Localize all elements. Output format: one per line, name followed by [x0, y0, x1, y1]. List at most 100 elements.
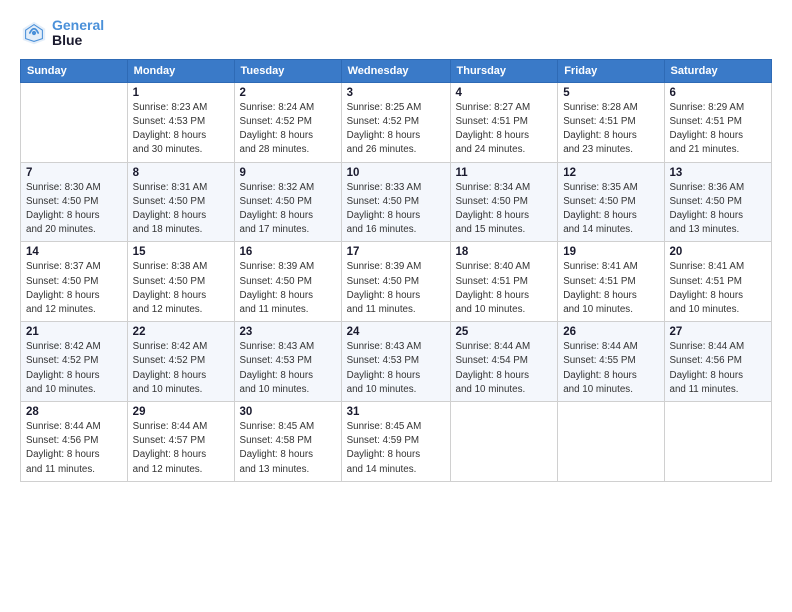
day-info: Sunrise: 8:38 AM Sunset: 4:50 PM Dayligh…: [133, 260, 229, 317]
day-number: 6: [670, 87, 767, 99]
weekday-header-row: SundayMondayTuesdayWednesdayThursdayFrid…: [21, 59, 772, 82]
day-info: Sunrise: 8:29 AM Sunset: 4:51 PM Dayligh…: [670, 101, 767, 158]
day-number: 1: [133, 87, 229, 99]
day-number: 3: [347, 87, 445, 99]
calendar-cell: 21 Sunrise: 8:42 AM Sunset: 4:52 PM Dayli…: [21, 322, 128, 402]
day-number: 10: [347, 167, 445, 179]
calendar-cell: 26 Sunrise: 8:44 AM Sunset: 4:55 PM Dayli…: [558, 322, 664, 402]
logo-text: General Blue: [52, 18, 104, 49]
day-info: Sunrise: 8:33 AM Sunset: 4:50 PM Dayligh…: [347, 181, 445, 238]
header: General Blue: [20, 18, 772, 49]
calendar-cell: 15 Sunrise: 8:38 AM Sunset: 4:50 PM Dayli…: [127, 242, 234, 322]
calendar-cell: 9 Sunrise: 8:32 AM Sunset: 4:50 PM Daylig…: [234, 162, 341, 242]
calendar-cell: 27 Sunrise: 8:44 AM Sunset: 4:56 PM Dayli…: [664, 322, 772, 402]
day-number: 8: [133, 167, 229, 179]
day-info: Sunrise: 8:39 AM Sunset: 4:50 PM Dayligh…: [347, 260, 445, 317]
calendar-cell: 19 Sunrise: 8:41 AM Sunset: 4:51 PM Dayli…: [558, 242, 664, 322]
day-info: Sunrise: 8:30 AM Sunset: 4:50 PM Dayligh…: [26, 181, 122, 238]
calendar-cell: 10 Sunrise: 8:33 AM Sunset: 4:50 PM Dayli…: [341, 162, 450, 242]
day-number: 27: [670, 326, 767, 338]
day-number: 4: [456, 87, 553, 99]
calendar-cell: 28 Sunrise: 8:44 AM Sunset: 4:56 PM Dayli…: [21, 402, 128, 482]
calendar-cell: 30 Sunrise: 8:45 AM Sunset: 4:58 PM Dayli…: [234, 402, 341, 482]
calendar-cell: 14Sunrise: 8:37 AM Sunset: 4:50 PM Dayli…: [21, 242, 128, 322]
day-info: Sunrise: 8:37 AM Sunset: 4:50 PM Dayligh…: [26, 260, 122, 317]
calendar-cell: 5Sunrise: 8:28 AM Sunset: 4:51 PM Daylig…: [558, 82, 664, 162]
week-row-3: 14Sunrise: 8:37 AM Sunset: 4:50 PM Dayli…: [21, 242, 772, 322]
day-number: 7: [26, 167, 122, 179]
calendar-cell: 6 Sunrise: 8:29 AM Sunset: 4:51 PM Daylig…: [664, 82, 772, 162]
day-number: 21: [26, 326, 122, 338]
day-number: 30: [240, 406, 336, 418]
calendar-cell: 24Sunrise: 8:43 AM Sunset: 4:53 PM Dayli…: [341, 322, 450, 402]
weekday-header-saturday: Saturday: [664, 59, 772, 82]
day-number: 22: [133, 326, 229, 338]
day-number: 2: [240, 87, 336, 99]
day-info: Sunrise: 8:34 AM Sunset: 4:50 PM Dayligh…: [456, 181, 553, 238]
day-info: Sunrise: 8:42 AM Sunset: 4:52 PM Dayligh…: [26, 340, 122, 397]
calendar-cell: 2 Sunrise: 8:24 AM Sunset: 4:52 PM Daylig…: [234, 82, 341, 162]
day-number: 15: [133, 246, 229, 258]
day-info: Sunrise: 8:44 AM Sunset: 4:56 PM Dayligh…: [670, 340, 767, 397]
day-number: 31: [347, 406, 445, 418]
calendar-cell: 31 Sunrise: 8:45 AM Sunset: 4:59 PM Dayli…: [341, 402, 450, 482]
day-info: Sunrise: 8:23 AM Sunset: 4:53 PM Dayligh…: [133, 101, 229, 158]
day-number: 17: [347, 246, 445, 258]
calendar-cell: [558, 402, 664, 482]
day-info: Sunrise: 8:44 AM Sunset: 4:57 PM Dayligh…: [133, 420, 229, 477]
day-info: Sunrise: 8:42 AM Sunset: 4:52 PM Dayligh…: [133, 340, 229, 397]
day-info: Sunrise: 8:44 AM Sunset: 4:56 PM Dayligh…: [26, 420, 122, 477]
weekday-header-monday: Monday: [127, 59, 234, 82]
day-number: 11: [456, 167, 553, 179]
day-number: 24: [347, 326, 445, 338]
day-info: Sunrise: 8:31 AM Sunset: 4:50 PM Dayligh…: [133, 181, 229, 238]
calendar-cell: 1 Sunrise: 8:23 AM Sunset: 4:53 PM Daylig…: [127, 82, 234, 162]
day-info: Sunrise: 8:25 AM Sunset: 4:52 PM Dayligh…: [347, 101, 445, 158]
day-info: Sunrise: 8:41 AM Sunset: 4:51 PM Dayligh…: [670, 260, 767, 317]
calendar-table: SundayMondayTuesdayWednesdayThursdayFrid…: [20, 59, 772, 482]
day-number: 25: [456, 326, 553, 338]
day-info: Sunrise: 8:27 AM Sunset: 4:51 PM Dayligh…: [456, 101, 553, 158]
weekday-header-wednesday: Wednesday: [341, 59, 450, 82]
day-info: Sunrise: 8:43 AM Sunset: 4:53 PM Dayligh…: [240, 340, 336, 397]
day-number: 13: [670, 167, 767, 179]
calendar-cell: 8 Sunrise: 8:31 AM Sunset: 4:50 PM Daylig…: [127, 162, 234, 242]
day-number: 19: [563, 246, 658, 258]
page: General Blue SundayMondayTuesdayWednesda…: [0, 0, 792, 612]
week-row-5: 28 Sunrise: 8:44 AM Sunset: 4:56 PM Dayli…: [21, 402, 772, 482]
logo: General Blue: [20, 18, 104, 49]
weekday-header-tuesday: Tuesday: [234, 59, 341, 82]
day-info: Sunrise: 8:44 AM Sunset: 4:54 PM Dayligh…: [456, 340, 553, 397]
day-info: Sunrise: 8:45 AM Sunset: 4:58 PM Dayligh…: [240, 420, 336, 477]
day-number: 16: [240, 246, 336, 258]
day-info: Sunrise: 8:40 AM Sunset: 4:51 PM Dayligh…: [456, 260, 553, 317]
calendar-cell: [21, 82, 128, 162]
calendar-cell: 23 Sunrise: 8:43 AM Sunset: 4:53 PM Dayli…: [234, 322, 341, 402]
day-info: Sunrise: 8:44 AM Sunset: 4:55 PM Dayligh…: [563, 340, 658, 397]
weekday-header-sunday: Sunday: [21, 59, 128, 82]
day-info: Sunrise: 8:35 AM Sunset: 4:50 PM Dayligh…: [563, 181, 658, 238]
calendar-cell: 18 Sunrise: 8:40 AM Sunset: 4:51 PM Dayli…: [450, 242, 558, 322]
day-number: 18: [456, 246, 553, 258]
day-number: 28: [26, 406, 122, 418]
calendar-cell: [664, 402, 772, 482]
calendar-cell: 17 Sunrise: 8:39 AM Sunset: 4:50 PM Dayli…: [341, 242, 450, 322]
day-info: Sunrise: 8:45 AM Sunset: 4:59 PM Dayligh…: [347, 420, 445, 477]
calendar-cell: 13Sunrise: 8:36 AM Sunset: 4:50 PM Dayli…: [664, 162, 772, 242]
day-number: 9: [240, 167, 336, 179]
day-info: Sunrise: 8:32 AM Sunset: 4:50 PM Dayligh…: [240, 181, 336, 238]
calendar-cell: 25 Sunrise: 8:44 AM Sunset: 4:54 PM Dayli…: [450, 322, 558, 402]
week-row-2: 7 Sunrise: 8:30 AM Sunset: 4:50 PM Daylig…: [21, 162, 772, 242]
day-info: Sunrise: 8:24 AM Sunset: 4:52 PM Dayligh…: [240, 101, 336, 158]
calendar-cell: 22 Sunrise: 8:42 AM Sunset: 4:52 PM Dayli…: [127, 322, 234, 402]
weekday-header-thursday: Thursday: [450, 59, 558, 82]
day-info: Sunrise: 8:41 AM Sunset: 4:51 PM Dayligh…: [563, 260, 658, 317]
day-number: 29: [133, 406, 229, 418]
calendar-cell: 29 Sunrise: 8:44 AM Sunset: 4:57 PM Dayli…: [127, 402, 234, 482]
calendar-cell: 3 Sunrise: 8:25 AM Sunset: 4:52 PM Daylig…: [341, 82, 450, 162]
calendar-cell: 16Sunrise: 8:39 AM Sunset: 4:50 PM Dayli…: [234, 242, 341, 322]
day-number: 23: [240, 326, 336, 338]
week-row-1: 1 Sunrise: 8:23 AM Sunset: 4:53 PM Daylig…: [21, 82, 772, 162]
day-number: 20: [670, 246, 767, 258]
day-number: 26: [563, 326, 658, 338]
